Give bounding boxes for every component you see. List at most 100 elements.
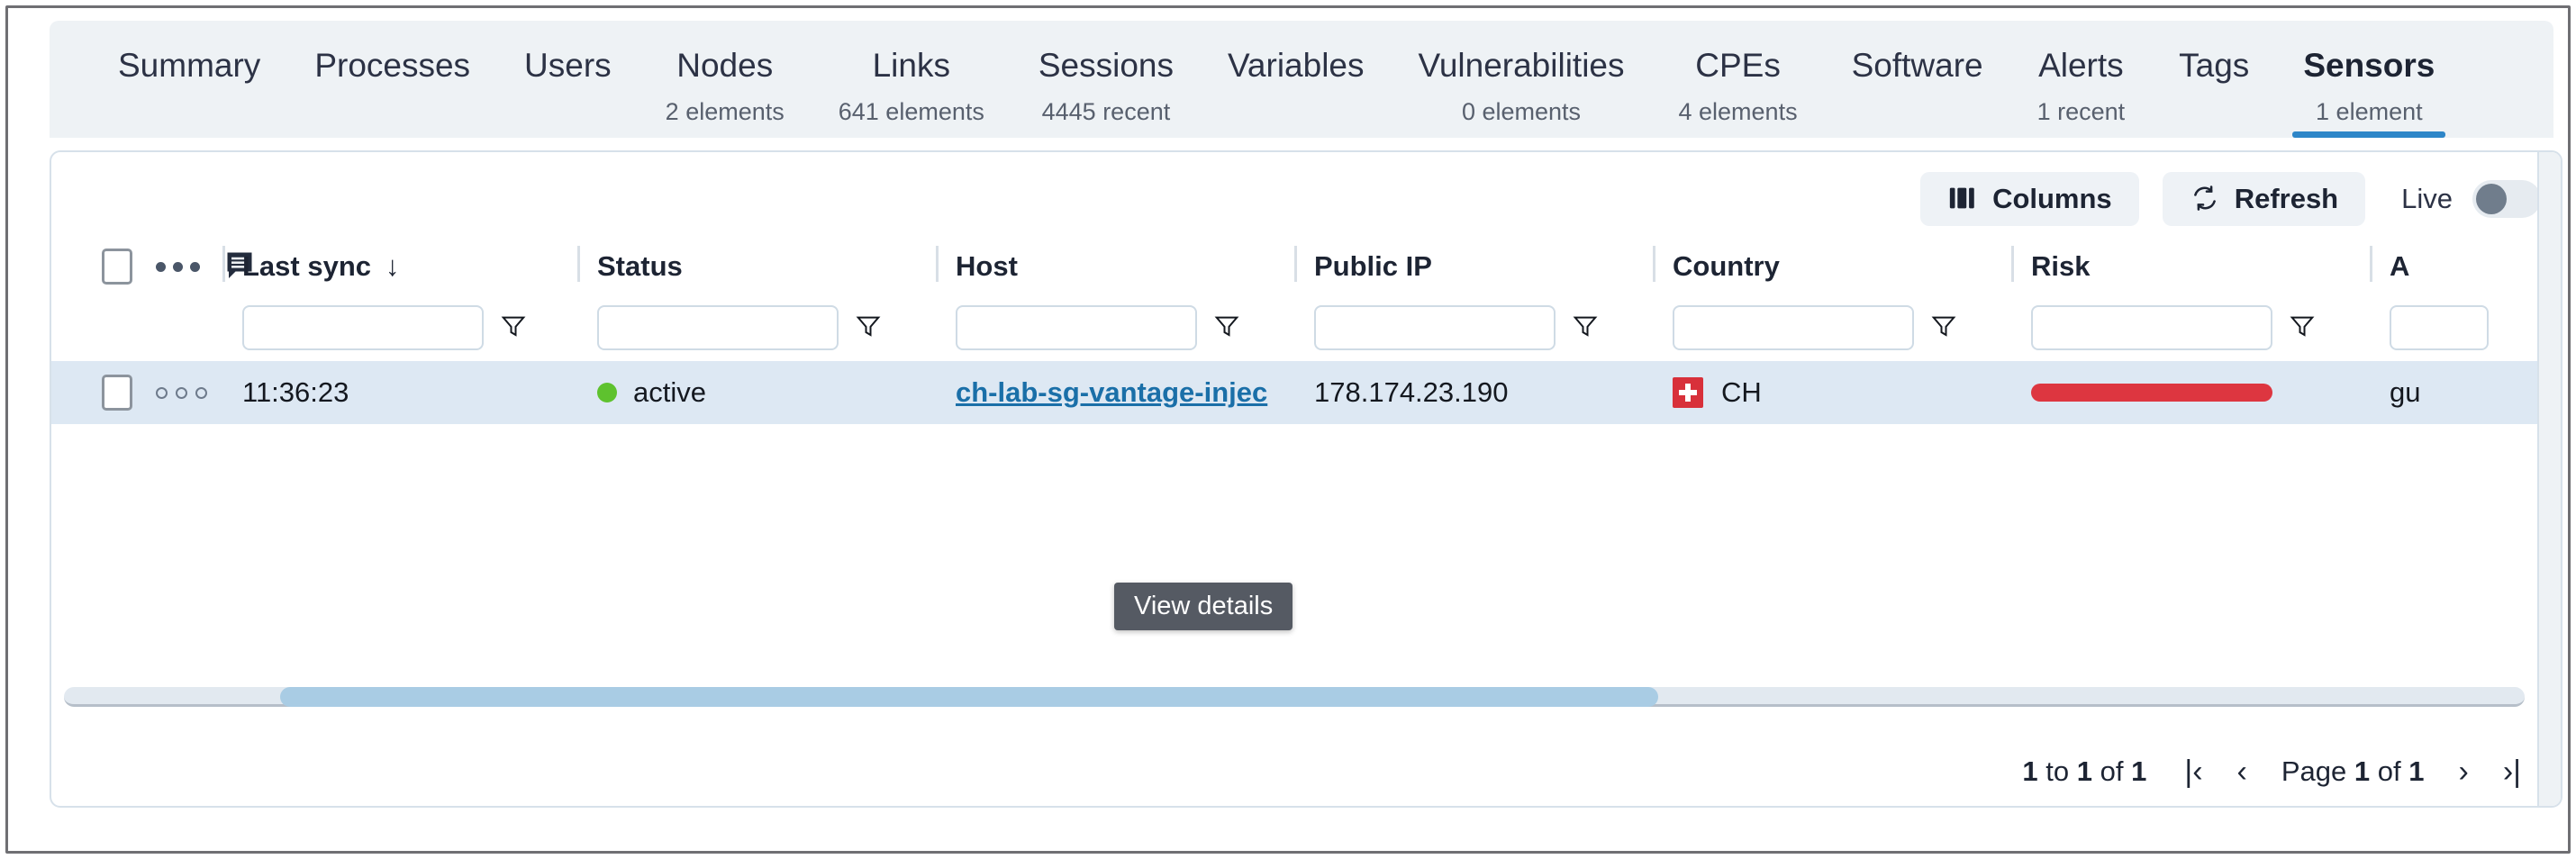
status-text: active <box>633 376 706 408</box>
header-label: Last sync <box>242 250 372 282</box>
page-root: Summary Processes Users Nodes 2 elements… <box>8 8 2568 851</box>
header-status[interactable]: Status <box>577 239 936 294</box>
tab-variables[interactable]: Variables <box>1201 21 1392 138</box>
filter-funnel-icon[interactable] <box>1572 312 1599 344</box>
tab-label: Users <box>524 47 612 84</box>
cell-country: CH <box>1653 376 2011 409</box>
tab-label: CPEs <box>1695 47 1781 84</box>
last-page-icon[interactable]: ›| <box>2503 756 2521 787</box>
filter-risk-cell <box>2011 305 2370 350</box>
tab-summary[interactable]: Summary <box>91 21 287 138</box>
range-end: 1 <box>2076 755 2093 787</box>
tab-subtitle: 641 elements <box>838 98 984 125</box>
tab-vulnerabilities[interactable]: Vulnerabilities 0 elements <box>1392 21 1652 138</box>
filter-risk-input[interactable] <box>2031 305 2272 350</box>
horizontal-scrollbar[interactable] <box>64 687 2525 707</box>
tab-links[interactable]: Links 641 elements <box>812 21 1011 138</box>
row-menu-icon[interactable] <box>156 386 207 399</box>
tab-label: Processes <box>314 47 471 84</box>
horizontal-scrollbar-thumb[interactable] <box>280 687 1658 707</box>
cell-last-sync: 11:36:23 <box>242 376 349 408</box>
view-details-tooltip: View details <box>1114 583 1293 630</box>
header-selection-cell <box>73 239 252 294</box>
filter-host-input[interactable] <box>956 305 1197 350</box>
tab-subtitle: 1 recent <box>2036 98 2126 125</box>
tab-label: Tags <box>2179 47 2250 84</box>
row-checkbox[interactable] <box>102 375 132 411</box>
tab-label: Nodes <box>676 47 774 84</box>
refresh-button[interactable]: Refresh <box>2162 172 2366 226</box>
filter-funnel-icon[interactable] <box>1213 312 1240 344</box>
filter-app-input[interactable] <box>2390 305 2489 350</box>
row-actions-icon[interactable] <box>156 261 200 272</box>
filter-public-ip-cell <box>1294 305 1653 350</box>
filter-funnel-icon[interactable] <box>2289 312 2316 344</box>
filter-status-cell <box>577 305 936 350</box>
tab-cpes[interactable]: CPEs 4 elements <box>1652 21 1825 138</box>
column-divider <box>1653 246 1655 282</box>
tab-subtitle: 0 elements <box>1461 98 1582 125</box>
filter-status-input[interactable] <box>597 305 839 350</box>
filter-country-cell <box>1653 305 2011 350</box>
tab-users[interactable]: Users <box>497 21 639 138</box>
filter-funnel-icon[interactable] <box>1930 312 1957 344</box>
cell-public-ip: 178.174.23.190 <box>1314 376 1509 408</box>
filter-public-ip-input[interactable] <box>1314 305 1556 350</box>
page-indicator: Page 1 of 1 <box>2281 755 2425 788</box>
cell-status: active <box>577 376 936 409</box>
live-toggle[interactable] <box>2472 180 2541 218</box>
host-link[interactable]: ch-lab-sg-vantage-injec <box>956 376 1267 409</box>
range-total: 1 <box>2131 755 2147 787</box>
live-toggle-group: Live <box>2401 180 2541 218</box>
filter-country-input[interactable] <box>1673 305 1914 350</box>
prev-page-icon[interactable]: ‹ <box>2237 756 2247 787</box>
header-host[interactable]: Host <box>936 239 1294 294</box>
cell-risk <box>2011 384 2370 402</box>
refresh-icon <box>2190 183 2220 216</box>
tab-sessions[interactable]: Sessions 4445 recent <box>1011 21 1201 138</box>
table-scroll-area: Last sync ↓ Status Host Public IP Countr… <box>51 239 2561 617</box>
table-header-row: Last sync ↓ Status Host Public IP Countr… <box>51 239 2561 294</box>
header-label: A <box>2390 250 2410 282</box>
tab-tags[interactable]: Tags <box>2152 21 2276 138</box>
columns-button[interactable]: Columns <box>1920 172 2139 226</box>
row-selection-cell: 0 <box>73 375 222 411</box>
status-dot-icon <box>597 383 617 402</box>
tab-nodes[interactable]: Nodes 2 elements <box>639 21 812 138</box>
table-toolbar: Columns Refresh Live <box>1920 172 2541 226</box>
header-label: Country <box>1673 250 1780 282</box>
header-public-ip[interactable]: Public IP <box>1294 239 1653 294</box>
range-of-word: of <box>2100 755 2124 787</box>
header-label: Public IP <box>1314 250 1432 282</box>
tab-label: Sensors <box>2303 47 2435 84</box>
swiss-flag-icon <box>1673 377 1703 408</box>
header-country[interactable]: Country <box>1653 239 2011 294</box>
page-of-word: of <box>2377 755 2401 787</box>
tab-label: Summary <box>118 47 261 84</box>
filter-last-sync-input[interactable] <box>242 305 484 350</box>
risk-bar <box>2031 384 2272 402</box>
filter-host-cell <box>936 305 1294 350</box>
filter-funnel-icon[interactable] <box>855 312 882 344</box>
header-risk[interactable]: Risk <box>2011 239 2370 294</box>
header-last-sync[interactable]: Last sync ↓ <box>222 239 577 294</box>
sensors-table-card: Columns Refresh Live Last sync ↓ Status … <box>50 150 2562 808</box>
filter-funnel-icon[interactable] <box>500 312 527 344</box>
tab-sensors[interactable]: Sensors 1 element <box>2276 21 2462 138</box>
next-page-icon[interactable]: › <box>2459 756 2469 787</box>
tab-label: Alerts <box>2038 47 2124 84</box>
tab-processes[interactable]: Processes <box>287 21 497 138</box>
header-app[interactable]: A <box>2370 239 2532 294</box>
select-all-checkbox[interactable] <box>102 249 132 285</box>
tab-alerts[interactable]: Alerts 1 recent <box>2010 21 2153 138</box>
tab-software[interactable]: Software <box>1825 21 2010 138</box>
tab-subtitle: 4445 recent <box>1041 98 1171 125</box>
page-word: Page <box>2281 755 2347 787</box>
range-start: 1 <box>2022 755 2038 787</box>
table-row[interactable]: 0 11:36:23 active ch-lab-sg-vantage-inje… <box>51 361 2561 424</box>
column-divider <box>2370 246 2372 282</box>
first-page-icon[interactable]: |‹ <box>2184 756 2202 787</box>
column-divider <box>936 246 939 282</box>
right-edge-gutter <box>2537 152 2561 806</box>
column-divider <box>1294 246 1297 282</box>
